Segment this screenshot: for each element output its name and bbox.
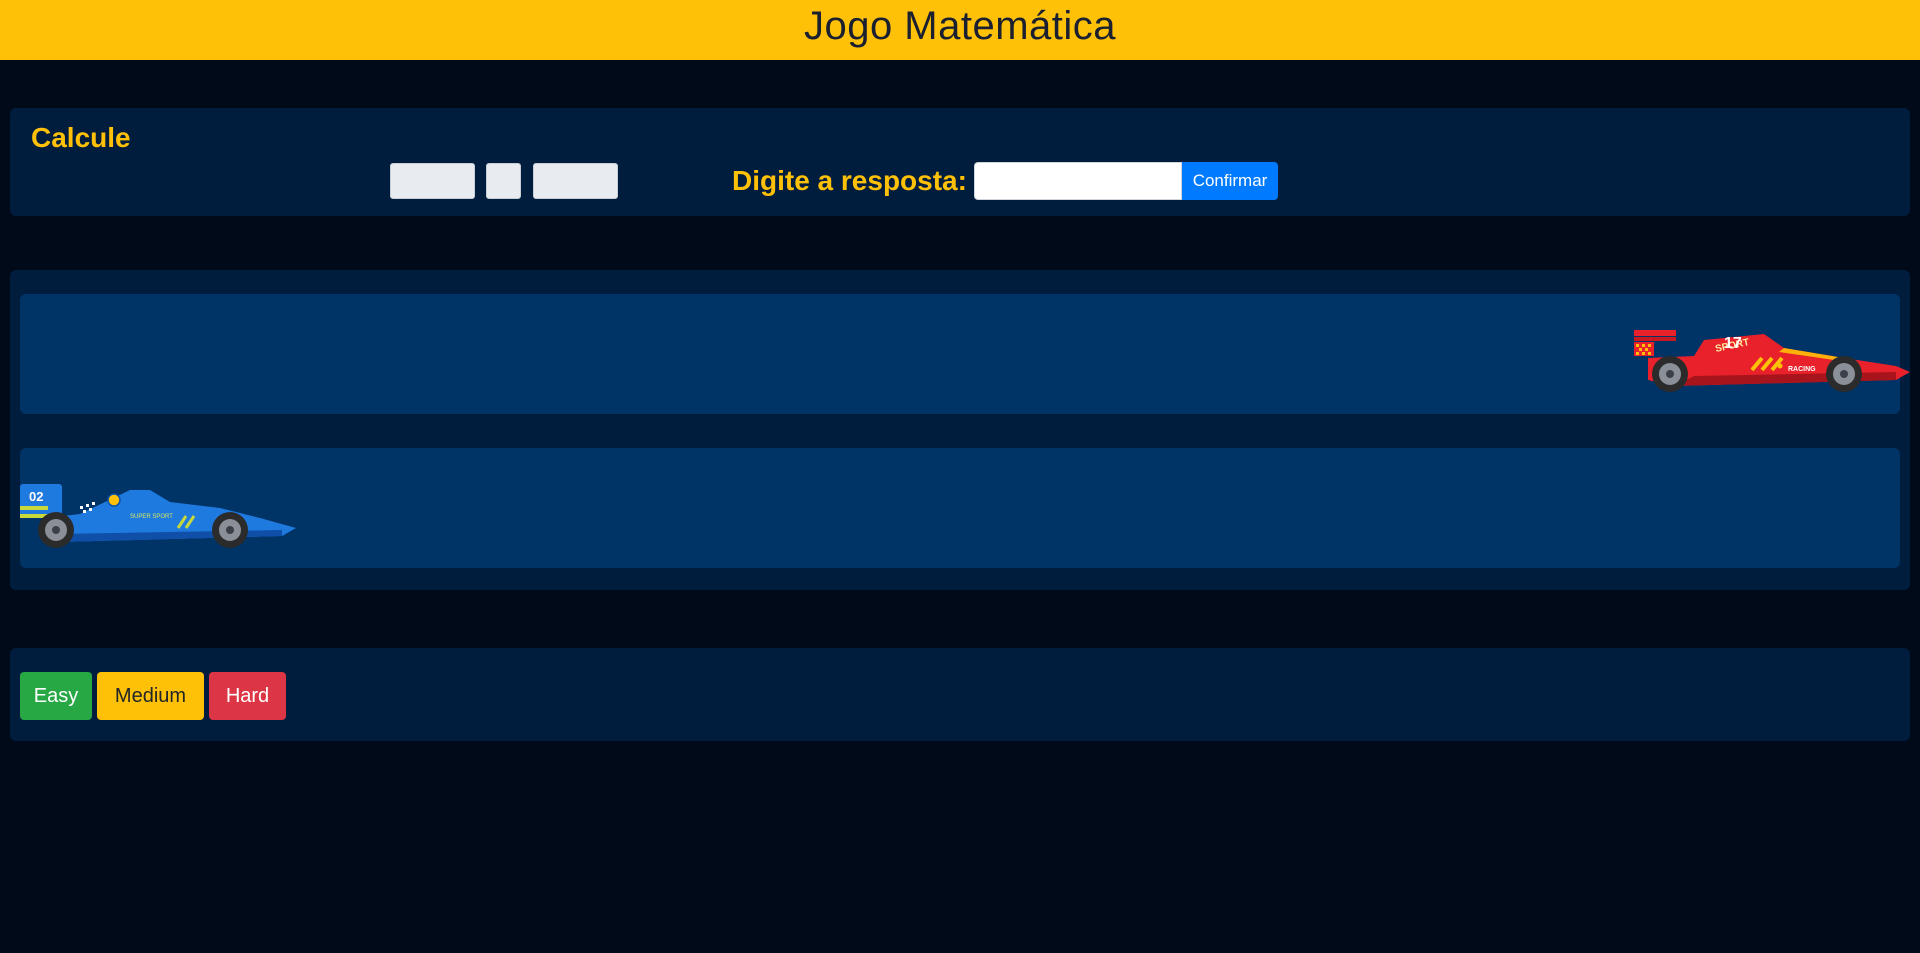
medium-button[interactable]: Medium xyxy=(97,672,204,720)
answer-input[interactable] xyxy=(974,162,1182,200)
answer-label: Digite a resposta: xyxy=(732,165,967,196)
calculate-panel: Calcule Digite a resposta: Confirmar xyxy=(10,108,1910,216)
svg-text:SUPER SPORT: SUPER SPORT xyxy=(130,514,173,520)
race-lane-2: 02 SUPER SPORT xyxy=(20,448,1900,568)
svg-text:17: 17 xyxy=(1724,335,1742,352)
app-header: Jogo Matemática xyxy=(0,0,1920,60)
race-track: SPORT 17 RACING 02 SUPER SPORT xyxy=(10,270,1910,590)
svg-text:RACING: RACING xyxy=(1788,366,1816,373)
svg-text:02: 02 xyxy=(29,489,43,504)
page-title: Jogo Matemática xyxy=(803,3,1117,48)
operand-1-box xyxy=(390,163,475,199)
calculate-title: Calcule xyxy=(31,122,131,153)
operator-box xyxy=(486,163,521,199)
red-race-car-icon: SPORT 17 RACING xyxy=(1634,330,1910,392)
difficulty-panel: Easy Medium Hard xyxy=(10,648,1910,741)
confirm-button[interactable]: Confirmar xyxy=(1182,162,1278,200)
easy-button[interactable]: Easy xyxy=(20,672,92,720)
race-lane-1: SPORT 17 RACING xyxy=(20,294,1910,414)
blue-race-car-icon: 02 SUPER SPORT xyxy=(20,484,296,548)
hard-button[interactable]: Hard xyxy=(209,672,286,720)
operand-2-box xyxy=(533,163,618,199)
